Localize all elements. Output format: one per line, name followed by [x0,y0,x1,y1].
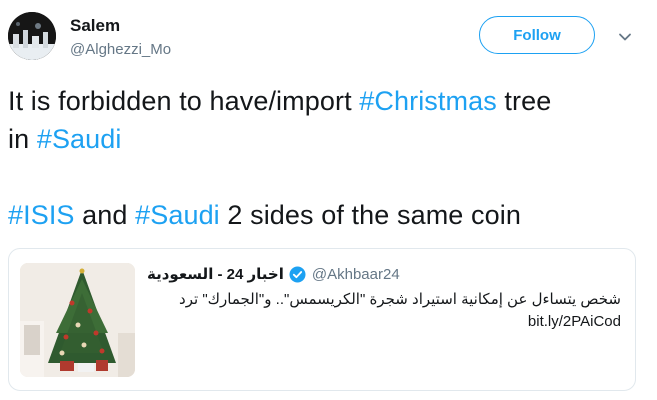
tweet-line-3: #ISIS and #Saudi 2 sides of the same coi… [8,196,648,234]
quoted-author: اخبار 24 - السعودية @Akhbaar24 [147,263,400,285]
tweet-line-2: in #Saudi [8,120,648,158]
avatar-image [8,12,56,60]
tweet-text: It is forbidden to have/import #Christma… [8,82,648,234]
quoted-author-name: اخبار 24 - السعودية [147,266,284,283]
chevron-down-icon[interactable] [615,27,635,47]
tweet-text-segment: 2 sides of the same coin [219,200,521,230]
quoted-author-handle: @Akhbaar24 [311,265,400,283]
quoted-tweet-card[interactable]: اخبار 24 - السعودية @Akhbaar24 شخص يتساء… [8,248,636,391]
hashtag-christmas[interactable]: #Christmas [359,86,497,116]
quoted-link[interactable]: bit.ly/2PAiCod [151,311,621,333]
hashtag-saudi[interactable]: #Saudi [37,124,122,154]
author-handle[interactable]: @Alghezzi_Mo [70,41,171,58]
quoted-text-arabic: شخص يتساءل عن إمكانية استيراد شجرة "الكر… [179,291,621,308]
author-name[interactable]: Salem [70,16,120,36]
verified-badge-icon [289,266,306,283]
tweet-text-segment: in [8,124,37,154]
tweet-text-segment: tree [496,86,552,116]
tweet-line-1: It is forbidden to have/import #Christma… [8,82,648,120]
author-avatar[interactable] [8,12,56,60]
quoted-tweet-text: شخص يتساءل عن إمكانية استيراد شجرة "الكر… [151,289,621,333]
hashtag-saudi[interactable]: #Saudi [135,200,220,230]
tweet-text-segment: and [74,200,136,230]
christmas-tree-image [20,263,135,377]
hashtag-isis[interactable]: #ISIS [8,200,75,230]
tweet-text-segment: It is forbidden to have/import [8,86,360,116]
follow-button[interactable]: Follow [479,16,595,54]
